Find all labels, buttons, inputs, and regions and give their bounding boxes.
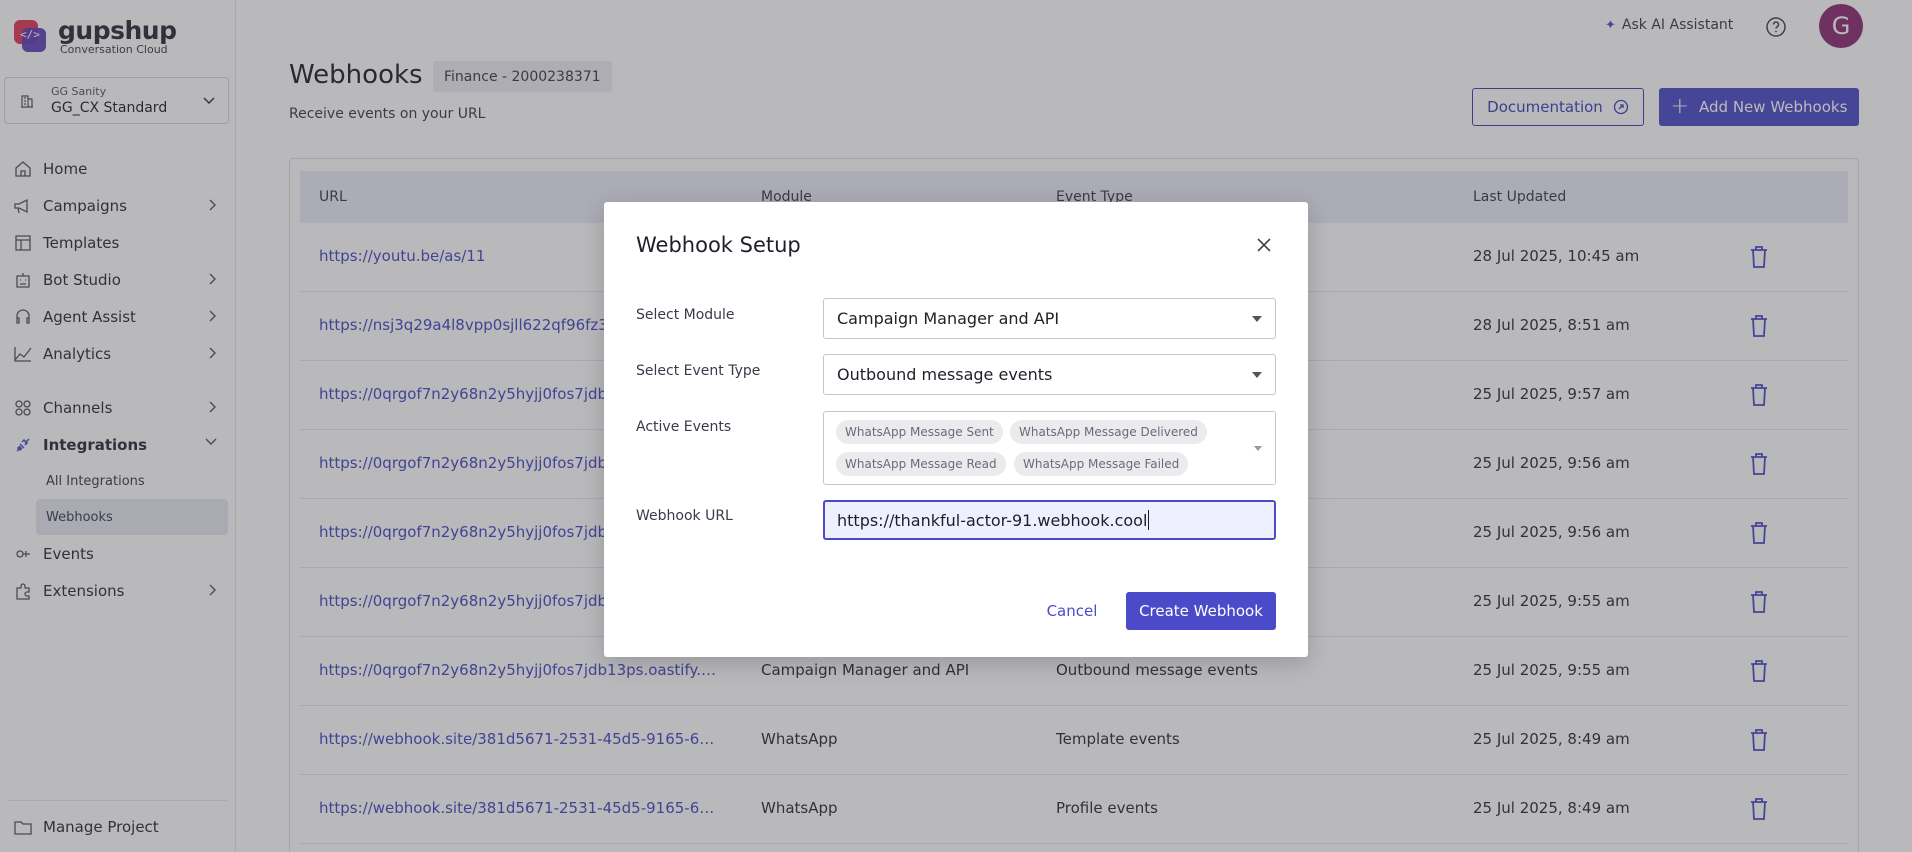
active-events-label: Active Events	[636, 419, 732, 435]
webhook-url-label: Webhook URL	[636, 508, 733, 524]
select-event-type-label: Select Event Type	[636, 363, 761, 379]
webhook-url-value: https://thankful-actor-91.webhook.cool	[837, 510, 1148, 530]
text-cursor	[1148, 510, 1150, 530]
caret-down-icon	[1254, 446, 1262, 451]
module-select[interactable]: Campaign Manager and API	[823, 298, 1276, 339]
caret-down-icon	[1252, 316, 1262, 322]
close-icon[interactable]	[1255, 236, 1273, 254]
event-chip: WhatsApp Message Failed	[1014, 452, 1189, 476]
webhook-url-input[interactable]: https://thankful-actor-91.webhook.cool	[823, 500, 1276, 540]
select-module-label: Select Module	[636, 307, 735, 323]
webhook-setup-modal: Webhook Setup Select Module Campaign Man…	[604, 202, 1308, 657]
event-chip: WhatsApp Message Delivered	[1010, 420, 1207, 444]
modal-title: Webhook Setup	[636, 233, 801, 257]
event-type-select[interactable]: Outbound message events	[823, 354, 1276, 395]
module-select-value: Campaign Manager and API	[837, 309, 1060, 328]
cancel-button[interactable]: Cancel	[1037, 592, 1107, 630]
event-type-select-value: Outbound message events	[837, 365, 1053, 384]
active-events-multiselect[interactable]: WhatsApp Message Sent WhatsApp Message D…	[823, 411, 1276, 485]
event-chip: WhatsApp Message Read	[836, 452, 1006, 476]
create-webhook-button[interactable]: Create Webhook	[1126, 592, 1276, 630]
event-chip: WhatsApp Message Sent	[836, 420, 1003, 444]
caret-down-icon	[1252, 372, 1262, 378]
